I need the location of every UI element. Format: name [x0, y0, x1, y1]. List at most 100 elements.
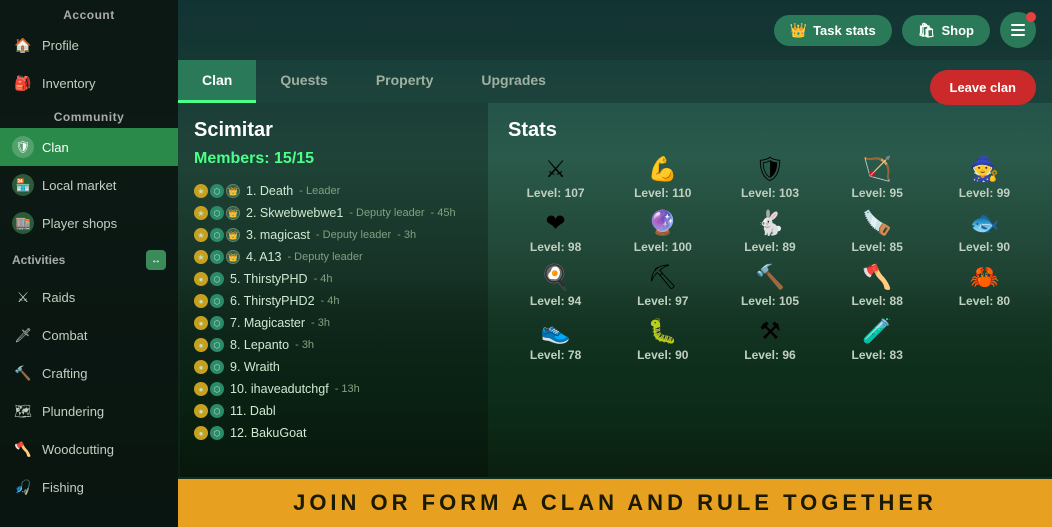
- member-name: 9. Wraith: [230, 360, 280, 374]
- tab-upgrades[interactable]: Upgrades: [457, 60, 570, 103]
- stat-icon: ⛏: [648, 266, 678, 290]
- shop-button[interactable]: 🛍 Shop: [902, 15, 990, 46]
- member-name: 6. ThirstyPHD2: [230, 294, 315, 308]
- sidebar-item-combat[interactable]: 🗡 Combat: [0, 316, 178, 354]
- stats-panel: Stats ⚔ Level: 107 💪 Level: 110 🛡 Level:…: [488, 103, 1052, 477]
- member-item: ★ ⬡ 👑 1. Death - Leader: [194, 180, 472, 202]
- member-name: 8. Lepanto: [230, 338, 289, 352]
- stat-icon: ❤: [546, 212, 566, 236]
- inner-content: Scimitar Members: 15/15 ★ ⬡ 👑 1. Death -…: [178, 103, 1052, 527]
- sidebar-item-label: Combat: [42, 328, 88, 343]
- stat-icon: 🧙: [969, 158, 999, 182]
- member-name: 10. ihaveadutchgf: [230, 382, 329, 396]
- stat-level: Level: 99: [959, 186, 1010, 200]
- sidebar-item-local-market[interactable]: 🏪 Local market: [0, 166, 178, 204]
- member-badges: ● ⬡: [194, 338, 224, 352]
- badge-gold: ★: [194, 250, 208, 264]
- stat-icon: 🔨: [755, 266, 785, 290]
- badge-teal: ⬡: [210, 360, 224, 374]
- stat-level: Level: 90: [637, 348, 688, 362]
- task-stats-button[interactable]: 👑 Task stats: [774, 15, 892, 46]
- members-count: Members: 15/15: [194, 150, 472, 168]
- member-badges: ● ⬡: [194, 272, 224, 286]
- stat-icon: ⚔: [545, 158, 567, 182]
- badge-gold: ●: [194, 338, 208, 352]
- stat-item: 🔨 Level: 105: [722, 266, 817, 308]
- sidebar-item-plundering[interactable]: 🗺 Plundering: [0, 392, 178, 430]
- member-badges: ● ⬡: [194, 426, 224, 440]
- stat-icon: 🐟: [969, 212, 999, 236]
- stats-grid: ⚔ Level: 107 💪 Level: 110 🛡 Level: 103 🏹…: [508, 158, 1032, 362]
- sidebar-item-raids[interactable]: ⚔ Raids: [0, 278, 178, 316]
- clan-name: Scimitar: [194, 119, 472, 142]
- sidebar-item-label: Inventory: [42, 76, 95, 91]
- stat-icon: 🏹: [862, 158, 892, 182]
- member-time: - 45h: [431, 207, 456, 219]
- stat-level: Level: 89: [744, 240, 795, 254]
- member-badges: ● ⬡: [194, 316, 224, 330]
- badge-teal: ⬡: [210, 426, 224, 440]
- member-role: - Deputy leader: [349, 207, 424, 219]
- sidebar-item-profile[interactable]: 🏠 Profile: [0, 26, 178, 64]
- leave-clan-button[interactable]: Leave clan: [930, 70, 1037, 105]
- sidebar-item-label: Profile: [42, 38, 79, 53]
- sidebar-item-crafting[interactable]: 🔨 Crafting: [0, 354, 178, 392]
- member-name: 5. ThirstyPHD: [230, 272, 308, 286]
- stat-item: 👟 Level: 78: [508, 320, 603, 362]
- stat-level: Level: 83: [852, 348, 903, 362]
- member-item: ★ ⬡ 👑 4. A13 - Deputy leader: [194, 246, 472, 268]
- sidebar-item-inventory[interactable]: 🎒 Inventory: [0, 64, 178, 102]
- clan-panel: Scimitar Members: 15/15 ★ ⬡ 👑 1. Death -…: [178, 103, 488, 477]
- badge-crown: 👑: [226, 250, 240, 264]
- crafting-icon: 🔨: [12, 362, 34, 384]
- badge-teal: ⬡: [210, 184, 224, 198]
- stat-item: 🐛 Level: 90: [615, 320, 710, 362]
- stat-level: Level: 110: [634, 186, 691, 200]
- tab-quests[interactable]: Quests: [256, 60, 351, 103]
- tab-clan[interactable]: Clan: [178, 60, 256, 103]
- sidebar-item-label: Fishing: [42, 480, 84, 495]
- member-badges: ★ ⬡ 👑: [194, 250, 240, 264]
- badge-gold: ★: [194, 184, 208, 198]
- stat-item: 🪚 Level: 85: [830, 212, 925, 254]
- member-name: 12. BakuGoat: [230, 426, 306, 440]
- sidebar-item-fishing[interactable]: 🎣 Fishing: [0, 468, 178, 506]
- bag-icon: 🛍: [918, 22, 936, 39]
- sidebar-item-woodcutting[interactable]: 🪓 Woodcutting: [0, 430, 178, 468]
- stat-icon: 🍳: [541, 266, 571, 290]
- badge-crown: 👑: [226, 228, 240, 242]
- member-item: ● ⬡ 8. Lepanto - 3h: [194, 334, 472, 356]
- sidebar-item-player-shops[interactable]: 🏬 Player shops: [0, 204, 178, 242]
- inventory-icon: 🎒: [12, 72, 34, 94]
- badge-teal: ⬡: [210, 294, 224, 308]
- fishing-icon: 🎣: [12, 476, 34, 498]
- activities-header: Activities ↔: [0, 242, 178, 278]
- sidebar-item-label: Crafting: [42, 366, 88, 381]
- member-item: ● ⬡ 10. ihaveadutchgf - 13h: [194, 378, 472, 400]
- account-section-label: Account: [0, 0, 178, 26]
- stat-level: Level: 97: [637, 294, 688, 308]
- member-badges: ● ⬡: [194, 360, 224, 374]
- combat-icon: 🗡: [12, 324, 34, 346]
- member-time: - 3h: [397, 229, 416, 241]
- sidebar-item-clan[interactable]: 🛡 Clan: [0, 128, 178, 166]
- menu-button[interactable]: [1000, 12, 1036, 48]
- badge-gold: ●: [194, 272, 208, 286]
- activities-label: Activities: [12, 253, 65, 267]
- badge-gold: ●: [194, 382, 208, 396]
- main-content: 👑 Task stats 🛍 Shop Clan Quests: [178, 0, 1052, 527]
- player-shops-icon: 🏬: [12, 212, 34, 234]
- sidebar-item-label: Local market: [42, 178, 116, 193]
- badge-gold: ●: [194, 426, 208, 440]
- stat-level: Level: 94: [530, 294, 581, 308]
- activities-expand-btn[interactable]: ↔: [146, 250, 166, 270]
- tab-property[interactable]: Property: [352, 60, 458, 103]
- member-item: ★ ⬡ 👑 3. magicast - Deputy leader - 3h: [194, 224, 472, 246]
- main-layout: Account 🏠 Profile 🎒 Inventory Community …: [0, 0, 1052, 527]
- member-item: ★ ⬡ 👑 2. Skwebwebwe1 - Deputy leader - 4…: [194, 202, 472, 224]
- stat-icon: 🔮: [648, 212, 678, 236]
- clan-icon: 🛡: [12, 136, 34, 158]
- stat-item: 🛡 Level: 103: [722, 158, 817, 200]
- sidebar: Account 🏠 Profile 🎒 Inventory Community …: [0, 0, 178, 527]
- badge-gold: ●: [194, 316, 208, 330]
